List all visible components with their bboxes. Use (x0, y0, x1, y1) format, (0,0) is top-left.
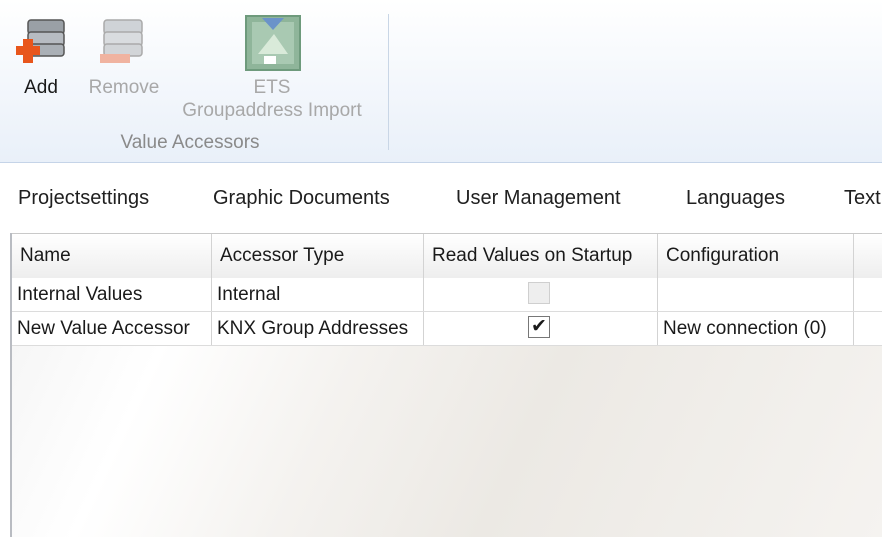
tab-languages[interactable]: Languages (686, 187, 785, 210)
cell-filler (854, 278, 882, 311)
column-header-accessor-type[interactable]: Accessor Type (212, 234, 424, 278)
ets-label-line1: ETS (253, 77, 291, 98)
tab-projectsettings[interactable]: Projectsettings (18, 187, 149, 210)
read-on-startup-checkbox[interactable]: ✔ (528, 316, 550, 338)
tab-text[interactable]: Text (844, 187, 881, 210)
cell-name[interactable]: New Value Accessor (12, 312, 212, 345)
cell-configuration[interactable] (658, 278, 854, 311)
column-header-configuration[interactable]: Configuration (658, 234, 854, 278)
tab-bar: Projectsettings Graphic Documents User M… (0, 163, 882, 231)
cell-read-on-startup: ✔ (424, 312, 658, 345)
table-row[interactable]: Internal Values Internal (12, 278, 882, 312)
server-remove-icon (92, 14, 152, 76)
tab-graphic-documents[interactable]: Graphic Documents (213, 187, 390, 210)
remove-label: Remove (88, 77, 160, 98)
column-header-name[interactable]: Name (12, 234, 212, 278)
ets-import-icon (244, 14, 302, 78)
ets-label: ETS Groupaddress Import (166, 76, 378, 122)
add-label: Add (24, 77, 58, 98)
cell-filler (854, 312, 882, 345)
cell-accessor-type[interactable]: Internal (212, 278, 424, 311)
ets-label-line2: Groupaddress Import (182, 100, 362, 121)
cell-read-on-startup (424, 278, 658, 311)
column-header-filler (854, 234, 882, 278)
read-on-startup-checkbox[interactable] (528, 282, 550, 304)
ribbon-group-label: Value Accessors (120, 132, 260, 153)
table-row[interactable]: New Value Accessor KNX Group Addresses ✔… (12, 312, 882, 346)
value-accessors-grid: Name Accessor Type Read Values on Startu… (10, 233, 882, 537)
column-header-read-on-startup[interactable]: Read Values on Startup (424, 234, 658, 278)
cell-accessor-type[interactable]: KNX Group Addresses (212, 312, 424, 345)
cell-configuration[interactable]: New connection (0) (658, 312, 854, 345)
server-add-icon (10, 14, 70, 76)
ribbon-group-separator (388, 14, 389, 150)
grid-header: Name Accessor Type Read Values on Startu… (12, 233, 882, 279)
tab-user-management[interactable]: User Management (456, 187, 621, 210)
ribbon: Add Remove ETS Groupaddress Import Value… (0, 0, 882, 163)
cell-name[interactable]: Internal Values (12, 278, 212, 311)
